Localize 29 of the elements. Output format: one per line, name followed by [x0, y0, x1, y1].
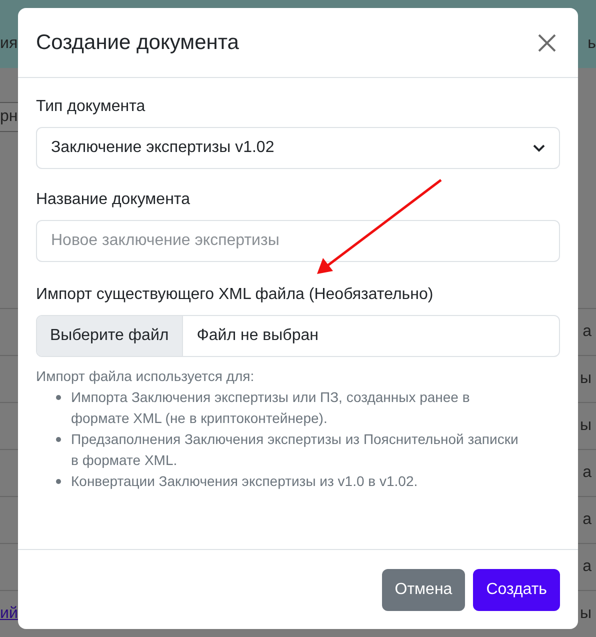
bullet-icon [56, 437, 61, 442]
bullet-icon [56, 395, 61, 400]
table-cell-text: ы [580, 605, 593, 623]
table-cell-text: а [582, 558, 593, 576]
cancel-button[interactable]: Отмена [382, 568, 466, 610]
chevron-down-icon [533, 144, 545, 152]
bullet-icon [56, 479, 61, 484]
background-text: ь [588, 35, 596, 53]
file-input[interactable]: Выберите файл Файл не выбран [36, 315, 560, 357]
field-label: Тип документа [36, 98, 146, 116]
modal-title: Создание документа [36, 30, 239, 54]
field-label: Импорт существующего XML файла (Необязательно) [36, 286, 434, 304]
document-name-field[interactable]: Новое заключение экспертизы [36, 220, 560, 262]
choose-file-button[interactable]: Выберите файл [37, 316, 183, 356]
field-label: Название документа [36, 191, 191, 209]
table-cell-text: а [582, 511, 593, 529]
background-text: ия [0, 35, 18, 53]
table-cell-text: ы [580, 370, 593, 388]
help-list-item: Конвертации Заключения экспертизы из v1.0 в v1.02. [71, 472, 418, 491]
help-list-item: Импорта Заключения экспертизы или ПЗ, созданных ранее в формате XML (не в криптоконтейнере). [71, 388, 471, 428]
document-type-select[interactable]: Заключение экспертизы v1.02 [36, 127, 560, 169]
table-cell-text: а [582, 323, 593, 341]
help-list-item: Предзаполнения Заключения экспертизы из Пояснительной записки в формате XML. [71, 430, 520, 470]
table-cell-text: а [582, 464, 593, 482]
create-button[interactable]: Создать [473, 568, 560, 610]
table-cell-text: ы [580, 417, 593, 435]
help-text: Импорт файла используется для: [36, 367, 256, 386]
file-status: Файл не выбран [196, 326, 318, 346]
close-icon [538, 34, 556, 52]
